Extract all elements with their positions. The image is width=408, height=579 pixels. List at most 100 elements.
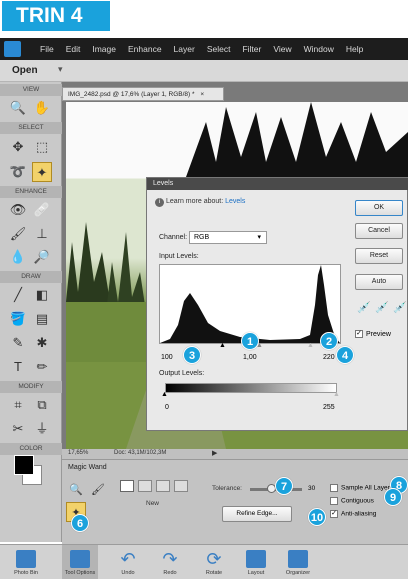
menu-window[interactable]: Window <box>304 44 334 54</box>
callout-3: 3 <box>183 346 201 364</box>
tool-options-title: Magic Wand <box>68 464 107 471</box>
tolerance-value[interactable]: 30 <box>308 485 315 492</box>
input-gamma-value[interactable]: 1,00 <box>243 354 257 361</box>
input-black-handle-icon[interactable]: ▲ <box>219 342 226 349</box>
output-black-value[interactable]: 0 <box>165 404 169 411</box>
organizer-label: Organizer <box>285 570 311 576</box>
callout-9: 9 <box>384 488 402 506</box>
brush-tool-icon[interactable]: ╱ <box>8 285 28 305</box>
intersect-selection-mode-icon[interactable] <box>174 480 188 492</box>
anti-aliasing-check-icon: ✓ <box>330 510 338 518</box>
ok-button[interactable]: OK <box>355 200 403 216</box>
auto-button[interactable]: Auto <box>355 274 403 290</box>
bottom-taskbar: Photo Bin Tool Options ↶ Undo ↷ Redo ⟳ Rota… <box>0 544 408 579</box>
menu-edit[interactable]: Edit <box>66 44 81 54</box>
input-white-value[interactable]: 220 <box>323 354 335 361</box>
add-selection-mode-icon[interactable] <box>138 480 152 492</box>
menu-filter[interactable]: Filter <box>242 44 261 54</box>
output-white-value[interactable]: 255 <box>323 404 335 411</box>
organizer-button[interactable]: Organizer <box>280 545 316 579</box>
menu-image[interactable]: Image <box>92 44 116 54</box>
document-tab-label: IMG_2482.psd @ 17,6% (Layer 1, RGB/8) * <box>68 91 195 98</box>
white-eyedropper-icon[interactable]: 💉 <box>393 301 407 314</box>
blur-tool-icon[interactable]: 💧 <box>8 247 28 267</box>
photo-bin-button[interactable]: Photo Bin <box>8 545 44 579</box>
recompose-tool-icon[interactable]: ⧉ <box>32 395 52 415</box>
callout-6: 6 <box>71 514 89 532</box>
smart-brush-tool-icon[interactable]: 🖌 <box>8 224 28 244</box>
zoom-tool-icon[interactable]: 🔍 <box>8 98 28 118</box>
red-eye-tool-icon[interactable]: 👁 <box>8 200 28 220</box>
clone-stamp-tool-icon[interactable]: ⊥ <box>32 224 52 244</box>
output-white-handle-icon[interactable]: ▲ <box>333 391 340 398</box>
redo-button[interactable]: ↷ Redo <box>152 545 188 579</box>
channel-label: Channel: <box>159 234 188 241</box>
redo-label: Redo <box>163 570 177 576</box>
menu-help[interactable]: Help <box>346 44 363 54</box>
rotate-button[interactable]: ⟳ Rotate <box>196 545 232 579</box>
open-button[interactable]: Open <box>12 65 38 76</box>
menu-enhance[interactable]: Enhance <box>128 44 162 54</box>
contiguous-box <box>330 497 338 505</box>
preview-checkbox[interactable]: ✓ Preview <box>355 330 391 338</box>
spot-healing-tool-icon[interactable]: 🩹 <box>32 200 52 220</box>
refine-edge-button[interactable]: Refine Edge... <box>222 506 292 522</box>
foreground-color-swatch[interactable] <box>14 455 34 475</box>
input-white-handle-icon[interactable]: ▲ <box>307 342 314 349</box>
app-logo-icon[interactable] <box>4 41 21 57</box>
type-tool-icon[interactable]: T <box>8 357 28 377</box>
sample-all-layers-checkbox[interactable]: Sample All Layers <box>330 484 393 492</box>
close-tab-icon[interactable]: × <box>200 91 204 98</box>
open-dropdown-icon[interactable]: ▾ <box>58 64 63 75</box>
status-bar: 17,65% Doc: 43,1M/102,3M ▶ <box>62 449 408 459</box>
rotate-icon: ⟳ <box>206 549 222 569</box>
layout-label: Layout <box>247 570 265 576</box>
undo-button[interactable]: ↶ Undo <box>110 545 146 579</box>
layout-button[interactable]: Layout <box>238 545 274 579</box>
eraser-tool-icon[interactable]: ◧ <box>32 285 52 305</box>
menu-view[interactable]: View <box>273 44 291 54</box>
subtract-selection-mode-icon[interactable] <box>156 480 170 492</box>
sponge-tool-icon[interactable]: 🔎 <box>32 247 52 267</box>
learn-more-link[interactable]: Levels <box>225 198 245 205</box>
photo-bin-icon <box>16 550 36 568</box>
black-eyedropper-icon[interactable]: 💉 <box>357 301 371 314</box>
section-select: SELECT <box>0 122 62 134</box>
document-tab[interactable]: IMG_2482.psd @ 17,6% (Layer 1, RGB/8) * … <box>62 87 224 101</box>
status-arrow-icon[interactable]: ▶ <box>212 449 217 457</box>
anti-aliasing-checkbox[interactable]: ✓ Anti-aliasing <box>330 510 376 518</box>
output-black-handle-icon[interactable]: ▲ <box>161 391 168 398</box>
crop-tool-icon[interactable]: ⌗ <box>8 395 28 415</box>
gradient-tool-icon[interactable]: ▤ <box>32 309 52 329</box>
anti-aliasing-label: Anti-aliasing <box>341 510 377 518</box>
move-tool-icon[interactable]: ✥ <box>8 137 28 157</box>
menu-items: File Edit Image Enhance Layer Select Fil… <box>40 38 363 60</box>
photo-bin-label: Photo Bin <box>14 570 38 576</box>
magic-wand-tool-icon[interactable]: ✦ <box>32 162 52 182</box>
menu-select[interactable]: Select <box>207 44 231 54</box>
menu-layer[interactable]: Layer <box>174 44 195 54</box>
lasso-tool-icon[interactable]: ➰ <box>8 162 28 182</box>
menubar: File Edit Image Enhance Layer Select Fil… <box>0 38 408 60</box>
content-aware-move-tool-icon[interactable]: ✂ <box>8 419 28 439</box>
shape-tool-icon[interactable]: ✱ <box>32 333 52 353</box>
undo-label: Undo <box>121 570 135 576</box>
color-picker-tool-icon[interactable]: ✎ <box>8 333 28 353</box>
tool-options-button[interactable]: Tool Options <box>62 545 98 579</box>
menu-file[interactable]: File <box>40 44 54 54</box>
new-selection-mode-icon[interactable] <box>120 480 134 492</box>
quick-selection-option-icon[interactable]: 🔍 <box>66 480 86 500</box>
straighten-tool-icon[interactable]: ⏚ <box>32 419 52 439</box>
cancel-button[interactable]: Cancel <box>355 223 403 239</box>
paint-bucket-tool-icon[interactable]: 🪣 <box>8 309 28 329</box>
channel-select[interactable]: RGB ▾ <box>189 231 267 244</box>
pencil-tool-icon[interactable]: ✏ <box>32 357 52 377</box>
contiguous-checkbox[interactable]: Contiguous <box>330 497 374 505</box>
reset-button[interactable]: Reset <box>355 248 403 264</box>
preview-check-icon: ✓ <box>355 330 363 338</box>
gray-eyedropper-icon[interactable]: 💉 <box>375 301 389 314</box>
input-black-value[interactable]: 100 <box>161 354 173 361</box>
selection-brush-option-icon[interactable]: 🖌 <box>88 480 108 500</box>
marquee-tool-icon[interactable]: ⬚ <box>32 137 52 157</box>
hand-tool-icon[interactable]: ✋ <box>32 98 52 118</box>
